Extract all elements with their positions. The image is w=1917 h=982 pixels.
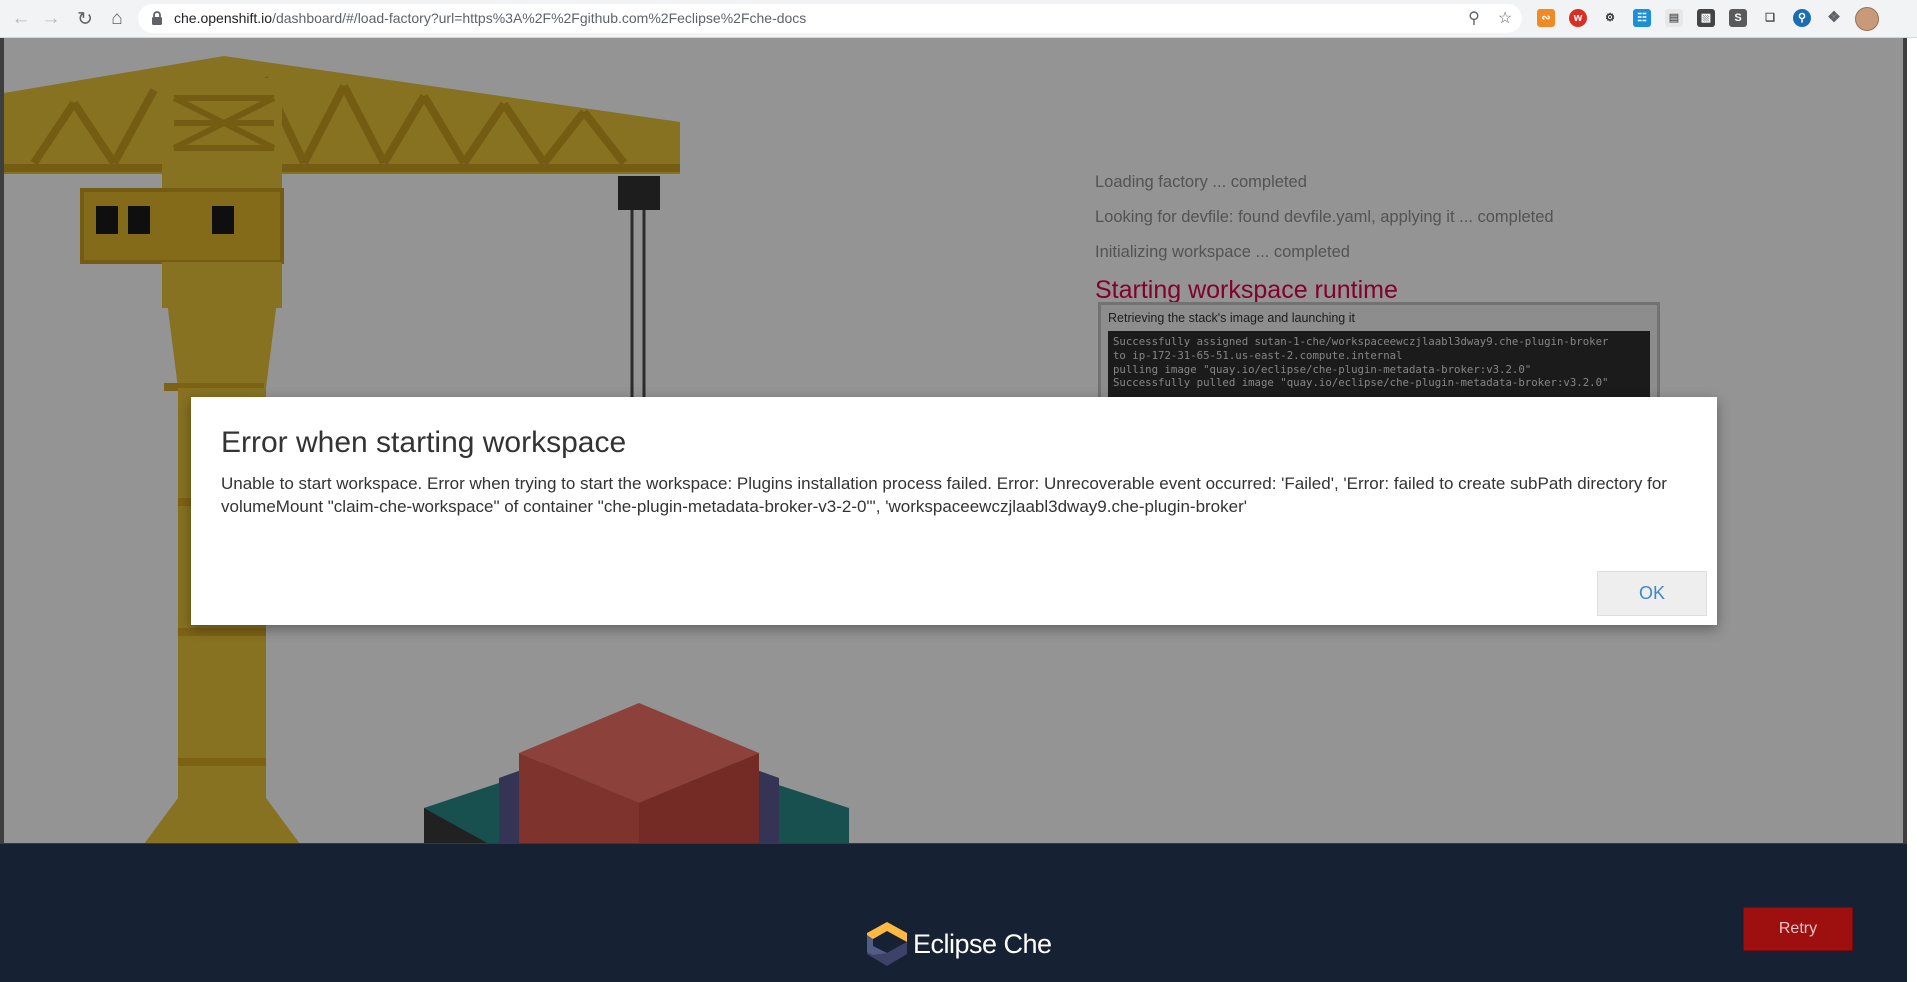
tabs-extension-icon[interactable]: ❏ (1761, 9, 1779, 27)
eclipse-che-brand: Eclipse Che (913, 929, 1052, 959)
extensions-icon[interactable]: ❖ (1825, 9, 1843, 27)
home-icon[interactable]: ⌂ (104, 6, 130, 32)
url-path: /dashboard/#/load-factory?url=https%3A%2… (272, 10, 807, 26)
error-dialog: Error when starting workspace Unable to … (191, 397, 1717, 625)
lock-icon[interactable] (150, 11, 164, 26)
profile-avatar[interactable] (1855, 7, 1879, 31)
reload-icon[interactable]: ↻ (72, 6, 98, 32)
shield-extension-icon[interactable]: ▧ (1697, 9, 1715, 27)
retry-button[interactable]: Retry (1743, 907, 1853, 951)
dialog-message: Unable to start workspace. Error when tr… (221, 474, 1667, 516)
back-icon[interactable]: ← (8, 6, 34, 32)
url-text[interactable]: che.openshift.io/dashboard/#/load-factor… (174, 10, 806, 26)
star-icon[interactable]: ☆ (1496, 10, 1514, 28)
url-host: che.openshift.io (174, 10, 273, 26)
ok-button[interactable]: OK (1597, 571, 1707, 616)
translate-extension-icon[interactable]: ☷ (1633, 9, 1651, 27)
ublock-extension-icon[interactable]: w (1569, 9, 1587, 27)
dialog-title: Error when starting workspace (221, 426, 627, 459)
gear-extension-icon[interactable]: ⚙ (1601, 9, 1619, 27)
address-bar[interactable]: che.openshift.io/dashboard/#/load-factor… (138, 4, 1522, 33)
footer (0, 844, 1907, 982)
zoom-icon[interactable]: ⚲ (1465, 10, 1483, 28)
se-extension-icon[interactable]: S (1729, 9, 1747, 27)
search-extension-icon[interactable]: ⚲ (1793, 9, 1811, 27)
reader-extension-icon[interactable]: ▤ (1665, 9, 1683, 27)
eclipse-che-logo-icon (867, 922, 907, 966)
browser-toolbar: ← → ↻ ⌂ che.openshift.io/dashboard/#/loa… (0, 0, 1917, 38)
forward-icon[interactable]: → (38, 6, 64, 32)
rss-extension-icon[interactable]: ∾ (1537, 9, 1555, 27)
